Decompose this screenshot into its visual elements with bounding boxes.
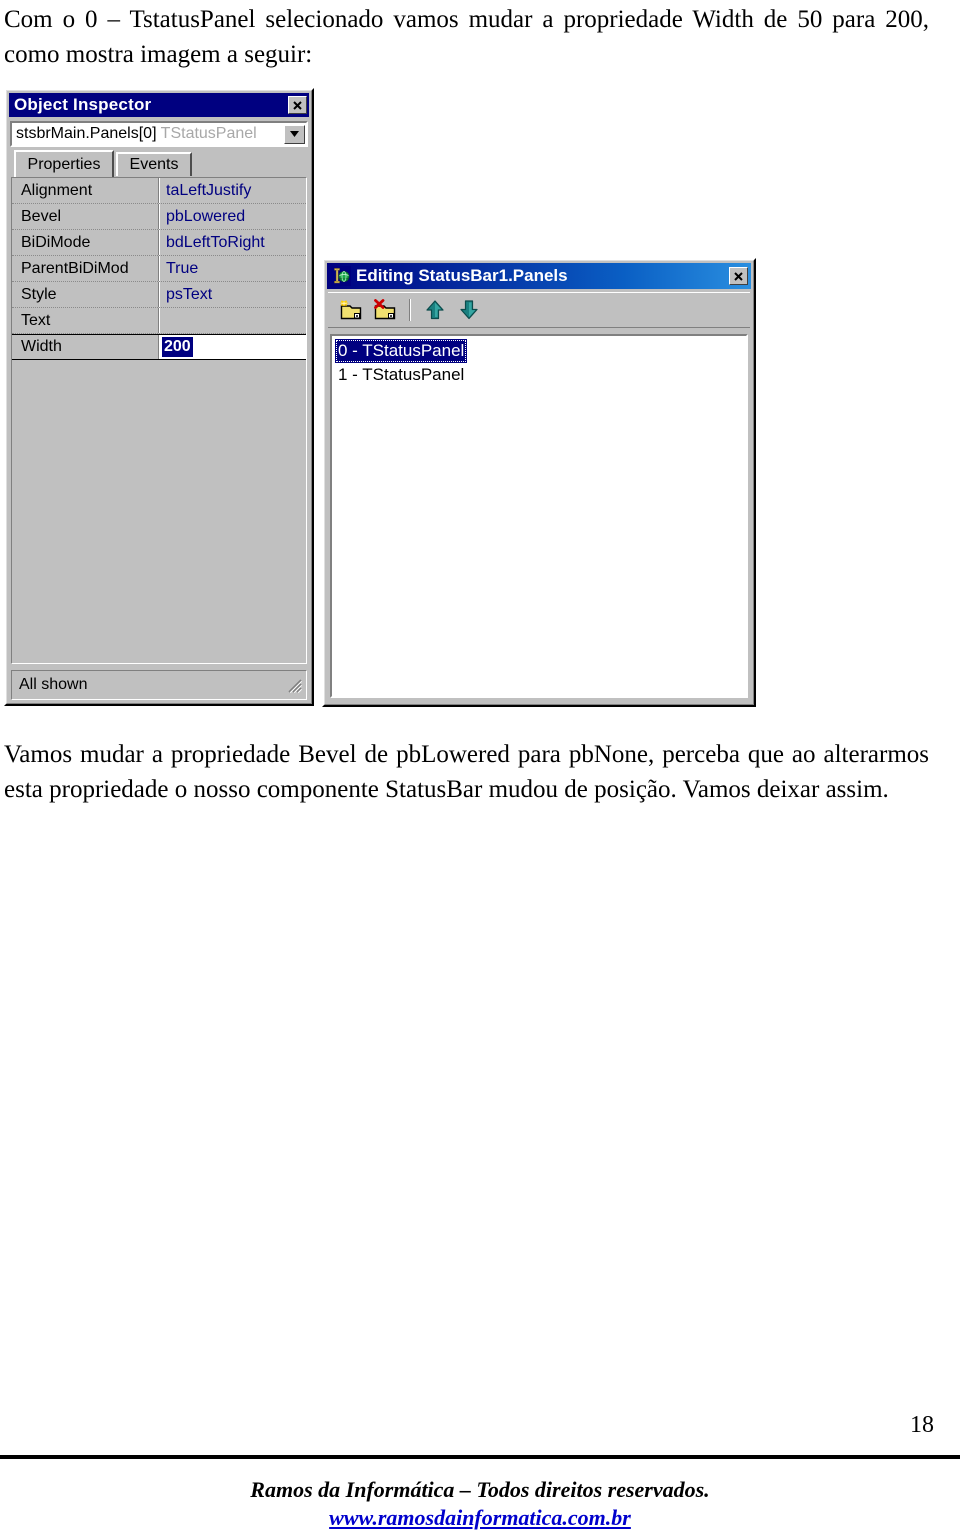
- object-selector-combo[interactable]: stsbrMain.Panels[0] TStatusPanel: [10, 121, 308, 147]
- close-icon[interactable]: [729, 267, 748, 285]
- footer-copyright: Ramos da Informática – Todos direitos re…: [250, 1477, 710, 1502]
- add-item-button[interactable]: [337, 297, 365, 323]
- tab-events[interactable]: Events: [116, 152, 192, 176]
- footer-url-link[interactable]: www.ramosdainformatica.com.br: [0, 1505, 960, 1531]
- property-value[interactable]: True: [160, 260, 306, 278]
- object-inspector-statusbar: All shown: [11, 670, 307, 700]
- after-paragraph: Vamos mudar a propriedade Bevel de pbLow…: [4, 737, 929, 807]
- panels-editor-toolbar: [328, 292, 750, 328]
- property-name: Style: [21, 285, 57, 303]
- object-inspector-window: Object Inspector stsbrMain.Panels[0] TSt…: [4, 88, 314, 706]
- property-name: Width: [21, 338, 62, 355]
- property-name: Alignment: [21, 181, 93, 199]
- property-divider: [158, 308, 160, 333]
- footer-divider: [0, 1455, 960, 1459]
- property-row[interactable]: BiDiMode bdLeftToRight: [12, 230, 306, 256]
- move-up-button[interactable]: [421, 297, 449, 323]
- page-number: 18: [910, 1412, 934, 1438]
- tab-properties-label: Properties: [27, 155, 101, 173]
- property-value-selected-text: 200: [162, 337, 193, 357]
- list-item[interactable]: 1 - TStatusPanel: [335, 363, 467, 387]
- tab-events-label: Events: [129, 156, 179, 173]
- property-row[interactable]: Text: [12, 308, 306, 334]
- object-inspector-tabs: Properties Events: [10, 150, 308, 177]
- toolbar-separator: [409, 299, 411, 321]
- intro-paragraph: Com o 0 – TstatusPanel selecionado vamos…: [4, 6, 929, 68]
- property-value[interactable]: pbLowered: [160, 208, 306, 226]
- panels-editor-window: Editing StatusBar1.Panels 0 - TStatusPan…: [322, 258, 756, 707]
- after-paragraph-text: Vamos mudar a propriedade Bevel de pbLow…: [4, 741, 929, 803]
- delete-item-button[interactable]: [371, 297, 399, 323]
- object-selector-class: TStatusPanel: [160, 125, 257, 142]
- close-icon[interactable]: [288, 96, 307, 114]
- property-row[interactable]: ParentBiDiMod True: [12, 256, 306, 282]
- panels-editor-title: Editing StatusBar1.Panels: [356, 266, 568, 285]
- property-row[interactable]: Alignment taLeftJustify: [12, 178, 306, 204]
- property-name: BiDiMode: [21, 233, 91, 251]
- status-text: All shown: [19, 676, 88, 693]
- object-inspector-titlebar: Object Inspector: [9, 93, 309, 117]
- object-selector-value: stsbrMain.Panels[0] TStatusPanel: [16, 125, 284, 143]
- object-selector-name: stsbrMain.Panels[0]: [16, 125, 157, 142]
- tab-properties[interactable]: Properties: [14, 150, 114, 177]
- property-row[interactable]: Style psText: [12, 282, 306, 308]
- property-row-width-selected[interactable]: Width 200: [12, 334, 306, 360]
- property-name: Text: [21, 311, 51, 329]
- property-value[interactable]: psText: [160, 286, 306, 304]
- list-item-label: 1 - TStatusPanel: [338, 365, 465, 384]
- chevron-down-icon[interactable]: [284, 124, 305, 144]
- object-inspector-title: Object Inspector: [14, 95, 152, 114]
- property-name: ParentBiDiMod: [21, 259, 129, 277]
- list-item[interactable]: 0 - TStatusPanel: [335, 339, 468, 363]
- property-grid: Alignment taLeftJustify Bevel pbLowered …: [11, 177, 307, 664]
- property-value-editor[interactable]: 200: [160, 335, 306, 359]
- resize-grip-icon[interactable]: [286, 677, 302, 693]
- property-value[interactable]: bdLeftToRight: [160, 234, 306, 252]
- panels-editor-titlebar: Editing StatusBar1.Panels: [327, 263, 751, 289]
- list-item-label: 0 - TStatusPanel: [338, 341, 465, 360]
- property-row[interactable]: Bevel pbLowered: [12, 204, 306, 230]
- property-name: Bevel: [21, 207, 62, 225]
- panels-list[interactable]: 0 - TStatusPanel 1 - TStatusPanel: [330, 334, 748, 698]
- property-value[interactable]: taLeftJustify: [160, 182, 306, 200]
- move-down-button[interactable]: [455, 297, 483, 323]
- collection-editor-icon: [331, 266, 351, 286]
